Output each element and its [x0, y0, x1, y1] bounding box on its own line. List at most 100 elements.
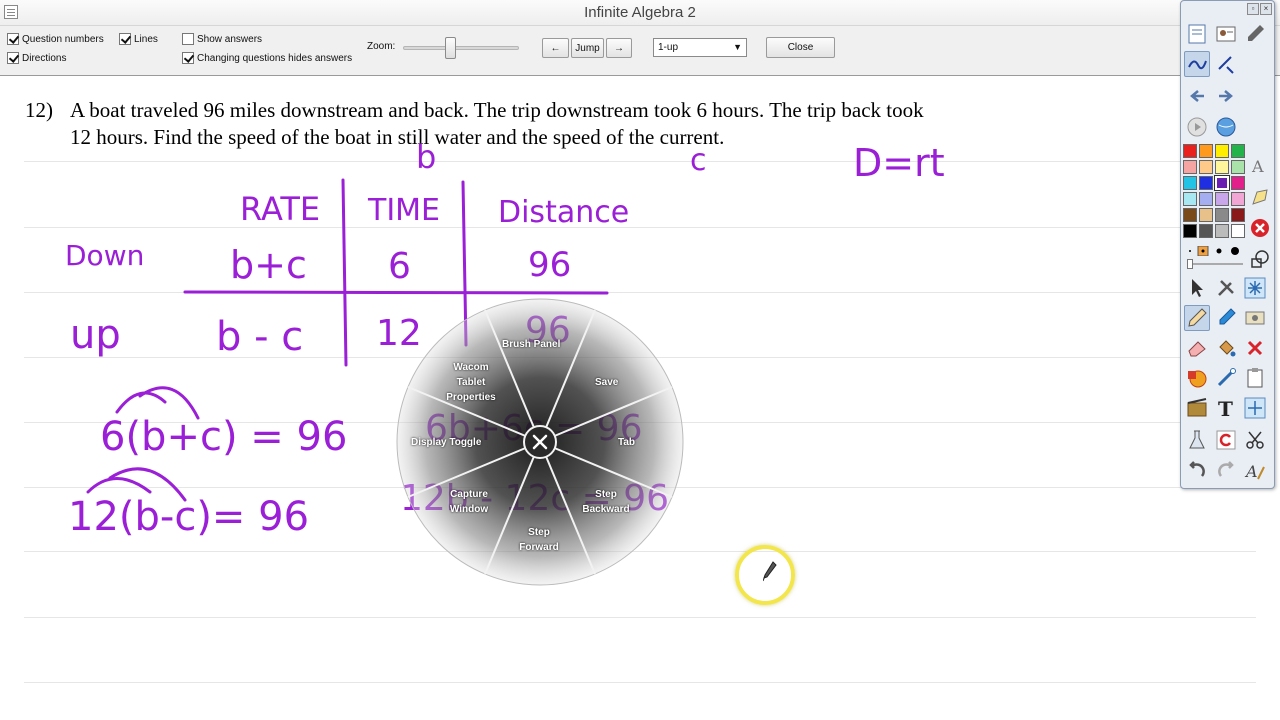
previous-button[interactable]: ←	[542, 38, 569, 58]
changing-questions-hides-answers-checkbox[interactable]: Changing questions hides answers	[182, 52, 352, 64]
redo-icon[interactable]	[1213, 457, 1239, 483]
show-answers-checkbox[interactable]: Show answers	[182, 33, 262, 45]
tools-icon[interactable]	[1213, 275, 1239, 301]
shapes-icon[interactable]	[1247, 246, 1273, 272]
text-icon[interactable]: T	[1213, 395, 1239, 421]
pen-tray-icon[interactable]	[1242, 21, 1268, 47]
application-window: Infinite Algebra 2 Question numbers Line…	[0, 0, 1280, 720]
minimize-icon[interactable]: ▫	[1247, 3, 1259, 15]
question-text-line-2: 12 hours. Find the speed of the boat in …	[70, 125, 725, 149]
ruled-line	[24, 682, 1256, 683]
next-button[interactable]: →	[606, 38, 632, 58]
checkbox-mark[interactable]	[119, 33, 131, 45]
color-swatch[interactable]	[1183, 208, 1197, 222]
opacity-slider[interactable]	[1187, 259, 1243, 269]
color-swatch[interactable]	[1215, 160, 1229, 174]
color-swatch[interactable]	[1183, 160, 1197, 174]
zoom-track[interactable]	[403, 46, 519, 50]
view-select[interactable]: 1-up ▼	[653, 38, 747, 57]
color-swatch[interactable]	[1199, 160, 1213, 174]
radial-item-step-forward[interactable]: Step Forward	[513, 525, 565, 555]
marker-icon[interactable]	[1213, 305, 1239, 331]
color-swatch[interactable]	[1183, 192, 1197, 206]
close-button[interactable]: Close	[766, 37, 835, 58]
media-icon[interactable]	[1184, 395, 1210, 421]
scissors-icon[interactable]	[1242, 427, 1268, 453]
radial-menu[interactable]: Brush Panel Save Tab Step Backward Step …	[395, 297, 685, 587]
ruled-line	[24, 292, 1256, 293]
clipboard-icon[interactable]	[1242, 365, 1268, 391]
line-tool-icon[interactable]	[1213, 365, 1239, 391]
page-view-icon[interactable]	[1184, 21, 1210, 47]
color-swatch[interactable]	[1215, 144, 1229, 158]
mouse-mode-icon[interactable]	[1213, 51, 1239, 77]
font-icon[interactable]: A	[1242, 457, 1268, 483]
pen-icon[interactable]	[1184, 305, 1210, 331]
ink-mode-icon[interactable]	[1184, 51, 1210, 77]
undo-icon[interactable]	[1184, 457, 1210, 483]
radial-item-brush-panel[interactable]: Brush Panel	[502, 337, 560, 352]
highlighter-icon[interactable]	[1247, 184, 1273, 210]
checkbox-mark[interactable]	[182, 33, 194, 45]
question-text-line-1: A boat traveled 96 miles downstream and …	[70, 98, 924, 122]
play-icon[interactable]	[1184, 114, 1210, 140]
stamp-icon[interactable]	[1184, 365, 1210, 391]
eraser-icon[interactable]	[1184, 335, 1210, 361]
svg-text:T: T	[1218, 397, 1233, 419]
color-swatch[interactable]	[1199, 144, 1213, 158]
color-swatch[interactable]	[1199, 192, 1213, 206]
zoom-slider[interactable]	[403, 37, 519, 59]
jump-button[interactable]: Jump	[571, 38, 604, 58]
text-size-icon[interactable]: A	[1247, 153, 1273, 179]
color-swatch[interactable]	[1199, 208, 1213, 222]
color-swatch[interactable]	[1231, 224, 1245, 238]
color-swatch[interactable]	[1199, 224, 1213, 238]
checkbox-mark[interactable]	[7, 33, 19, 45]
checkbox-mark[interactable]	[7, 52, 19, 64]
undo-page-icon[interactable]	[1184, 83, 1210, 109]
delete-icon[interactable]	[1242, 335, 1268, 361]
radial-item-tab[interactable]: Tab	[618, 435, 635, 450]
color-swatch[interactable]	[1215, 208, 1229, 222]
color-swatch[interactable]	[1183, 144, 1197, 158]
lines-checkbox[interactable]: Lines	[119, 33, 158, 45]
clear-icon[interactable]	[1247, 215, 1273, 241]
contacts-icon[interactable]	[1213, 21, 1239, 47]
refresh-icon[interactable]	[1213, 427, 1239, 453]
color-swatch[interactable]	[1231, 208, 1245, 222]
color-swatch[interactable]	[1215, 224, 1229, 238]
color-swatch[interactable]	[1231, 160, 1245, 174]
close-icon[interactable]: ×	[1260, 3, 1272, 15]
globe-icon[interactable]	[1213, 114, 1239, 140]
checkbox-label: Question numbers	[22, 33, 104, 45]
question-numbers-checkbox[interactable]: Question numbers	[7, 33, 104, 45]
radial-item-save[interactable]: Save	[595, 375, 618, 390]
directions-checkbox[interactable]: Directions	[7, 52, 66, 64]
color-swatch[interactable]	[1183, 176, 1197, 190]
checkbox-mark[interactable]	[182, 52, 194, 64]
pointer-icon[interactable]	[1184, 275, 1210, 301]
flask-icon[interactable]	[1184, 427, 1210, 453]
effects-icon[interactable]	[1242, 395, 1268, 421]
color-swatch[interactable]	[1231, 176, 1245, 190]
screenshot-icon[interactable]	[1242, 305, 1268, 331]
color-swatch-selected[interactable]	[1214, 175, 1230, 191]
color-swatch[interactable]	[1231, 144, 1245, 158]
zoom-thumb[interactable]	[445, 37, 456, 59]
view-select-value: 1-up	[658, 42, 679, 53]
color-swatch[interactable]	[1231, 192, 1245, 206]
radial-item-capture-window[interactable]: Capture Window	[443, 487, 495, 517]
color-swatch[interactable]	[1183, 224, 1197, 238]
redo-page-icon[interactable]	[1213, 83, 1239, 109]
pen-size-selector[interactable]	[1187, 243, 1243, 257]
svg-text:A: A	[1251, 157, 1264, 176]
radial-item-wacom-tablet-properties[interactable]: Wacom Tablet Properties	[441, 360, 501, 405]
radial-item-step-backward[interactable]: Step Backward	[581, 487, 631, 517]
radial-item-display-toggle[interactable]: Display Toggle	[411, 435, 481, 450]
window-title: Infinite Algebra 2	[584, 4, 696, 21]
fill-icon[interactable]	[1213, 335, 1239, 361]
snowflake-icon[interactable]	[1242, 275, 1268, 301]
pen-icon	[763, 561, 777, 582]
color-swatch[interactable]	[1199, 176, 1213, 190]
color-swatch[interactable]	[1215, 192, 1229, 206]
